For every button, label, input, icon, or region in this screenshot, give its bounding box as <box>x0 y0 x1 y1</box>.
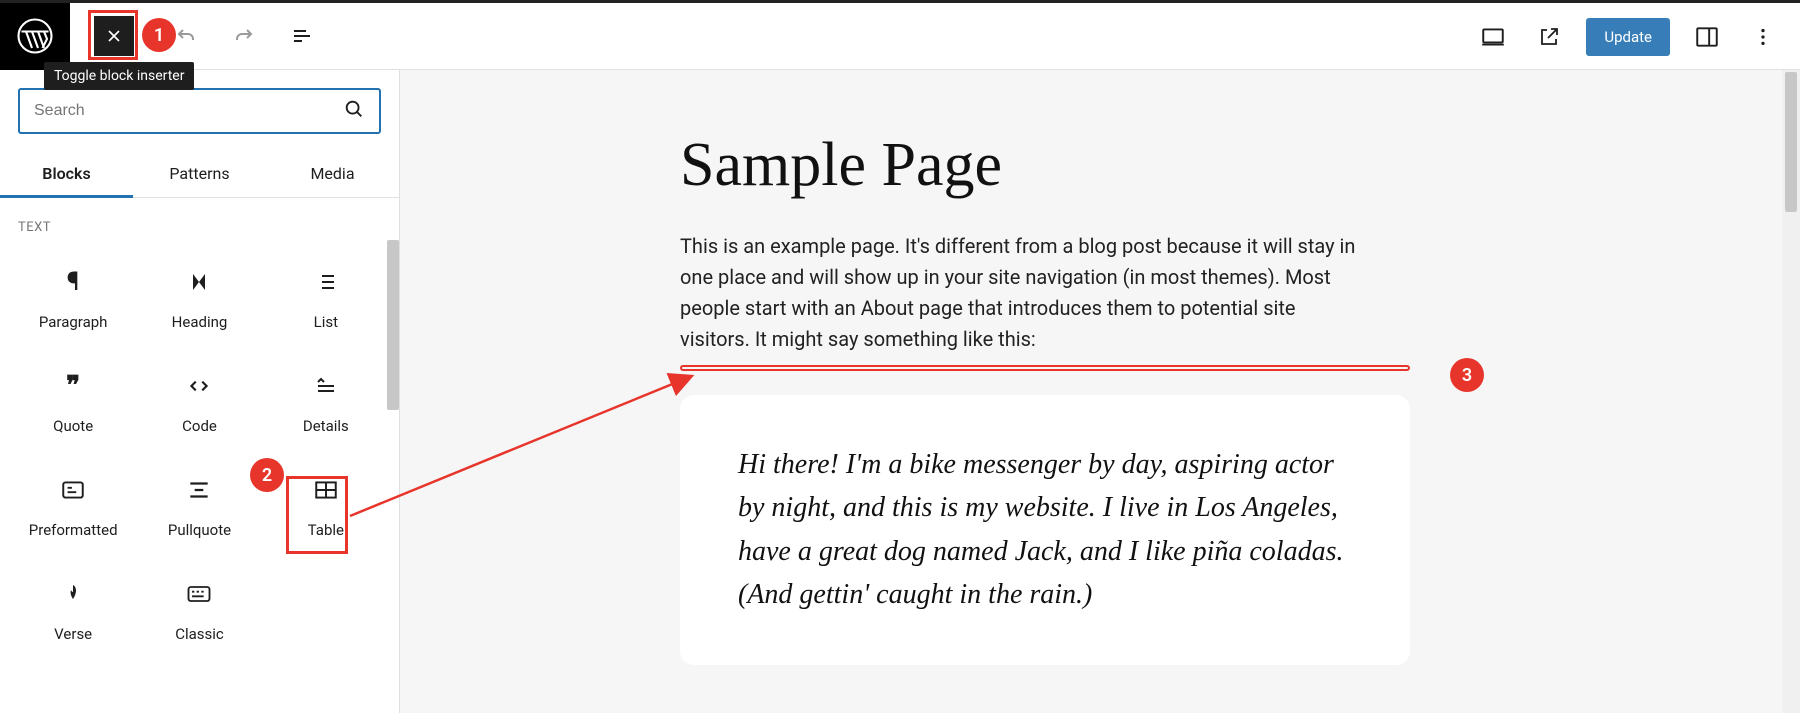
table-icon <box>311 475 341 505</box>
redo-button[interactable] <box>230 22 258 50</box>
search-icon <box>343 98 365 124</box>
block-heading[interactable]: Heading <box>136 245 262 349</box>
block-inserter-sidebar: Blocks Patterns Media TEXT ¶ Paragraph H… <box>0 70 400 713</box>
editor-topbar: Update <box>0 3 1800 70</box>
block-label: Table <box>308 521 344 539</box>
canvas-scrollbar[interactable] <box>1782 70 1800 713</box>
preformatted-icon <box>58 475 88 505</box>
verse-icon <box>58 579 88 609</box>
tab-media[interactable]: Media <box>266 152 399 197</box>
block-label: Classic <box>175 625 224 643</box>
editor-canvas[interactable]: Sample Page This is an example page. It'… <box>400 70 1800 713</box>
quote-block[interactable]: Hi there! I'm a bike messenger by day, a… <box>680 395 1410 665</box>
document-overview-button[interactable] <box>288 22 316 50</box>
annotation-badge-2: 2 <box>250 458 284 492</box>
paragraph-icon: ¶ <box>58 267 88 297</box>
undo-button[interactable] <box>172 22 200 50</box>
details-icon <box>311 371 341 401</box>
settings-panel-toggle[interactable] <box>1688 18 1726 56</box>
classic-icon <box>184 579 214 609</box>
more-options-button[interactable] <box>1744 18 1782 56</box>
code-icon <box>184 371 214 401</box>
block-label: Details <box>303 417 349 435</box>
view-device-button[interactable] <box>1474 18 1512 56</box>
list-icon <box>311 267 341 297</box>
blocks-grid: ¶ Paragraph Heading List ❞ Quote Code <box>0 245 399 681</box>
block-insertion-indicator[interactable] <box>680 365 1410 371</box>
quote-icon: ❞ <box>58 371 88 401</box>
block-paragraph[interactable]: ¶ Paragraph <box>10 245 136 349</box>
block-label: Preformatted <box>29 521 118 539</box>
wordpress-logo[interactable] <box>0 3 70 70</box>
block-label: Pullquote <box>168 521 231 539</box>
block-label: Code <box>182 417 217 435</box>
inserter-tabs: Blocks Patterns Media <box>0 152 399 198</box>
block-list[interactable]: List <box>263 245 389 349</box>
sidebar-scrollbar-thumb[interactable] <box>387 240 399 410</box>
toggle-block-inserter-button[interactable] <box>94 16 134 56</box>
block-details[interactable]: Details <box>263 349 389 453</box>
block-preformatted[interactable]: Preformatted <box>10 453 136 557</box>
block-label: Verse <box>54 625 92 643</box>
tab-blocks[interactable]: Blocks <box>0 152 133 197</box>
block-code[interactable]: Code <box>136 349 262 453</box>
block-pullquote[interactable]: Pullquote <box>136 453 262 557</box>
tooltip-toggle-inserter: Toggle block inserter <box>44 62 194 90</box>
block-search-box[interactable] <box>18 88 381 134</box>
block-label: Paragraph <box>39 313 108 331</box>
annotation-badge-1: 1 <box>142 18 176 52</box>
heading-icon <box>184 267 214 297</box>
category-label: TEXT <box>0 198 399 245</box>
block-label: List <box>314 313 338 331</box>
annotation-badge-3: 3 <box>1450 358 1484 392</box>
block-quote[interactable]: ❞ Quote <box>10 349 136 453</box>
preview-external-button[interactable] <box>1530 18 1568 56</box>
block-search-input[interactable] <box>34 102 343 120</box>
page-title[interactable]: Sample Page <box>680 130 1610 201</box>
page-paragraph[interactable]: This is an example page. It's different … <box>680 231 1360 355</box>
block-label: Quote <box>53 417 93 435</box>
tab-patterns[interactable]: Patterns <box>133 152 266 197</box>
block-verse[interactable]: Verse <box>10 557 136 661</box>
pullquote-icon <box>184 475 214 505</box>
update-button[interactable]: Update <box>1586 18 1670 56</box>
quote-text[interactable]: Hi there! I'm a bike messenger by day, a… <box>738 443 1352 617</box>
block-classic[interactable]: Classic <box>136 557 262 661</box>
block-label: Heading <box>172 313 228 331</box>
